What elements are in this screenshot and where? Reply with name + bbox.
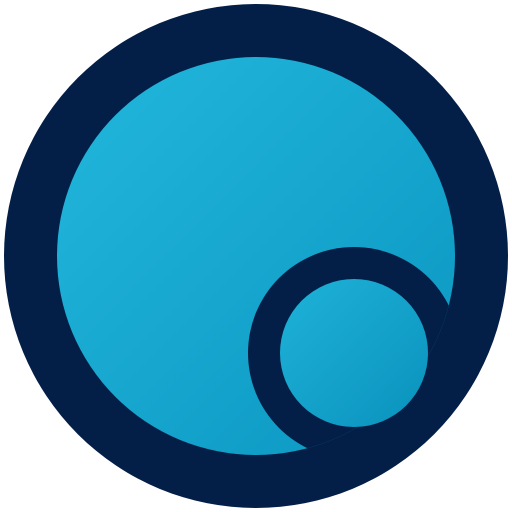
app-icon-canvas [0, 0, 512, 512]
small-disc-shape [280, 279, 428, 427]
app-logo-icon [4, 4, 508, 508]
